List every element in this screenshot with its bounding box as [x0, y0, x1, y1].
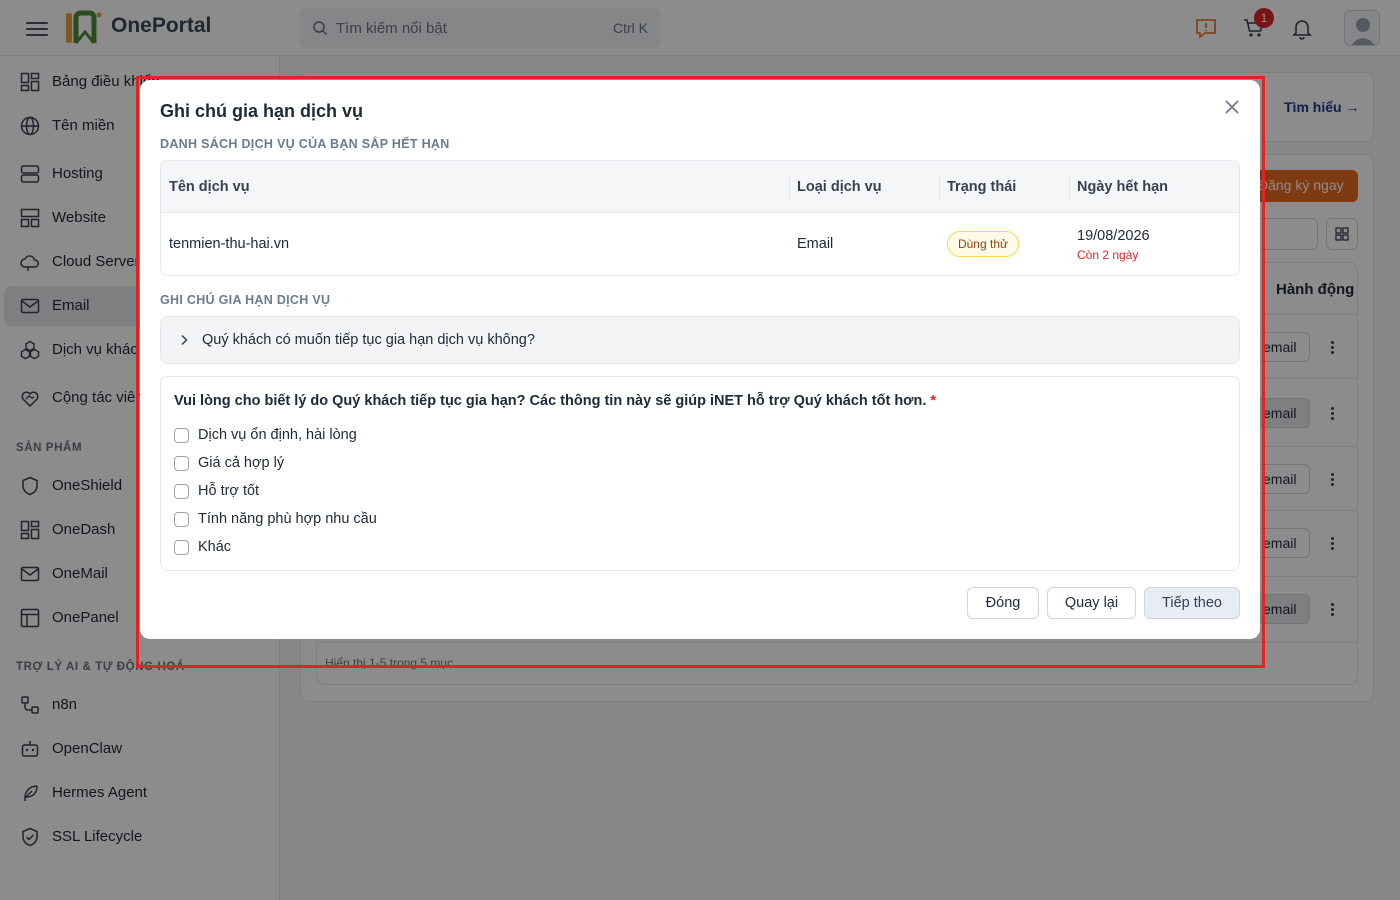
focus-highlight [136, 76, 1265, 668]
